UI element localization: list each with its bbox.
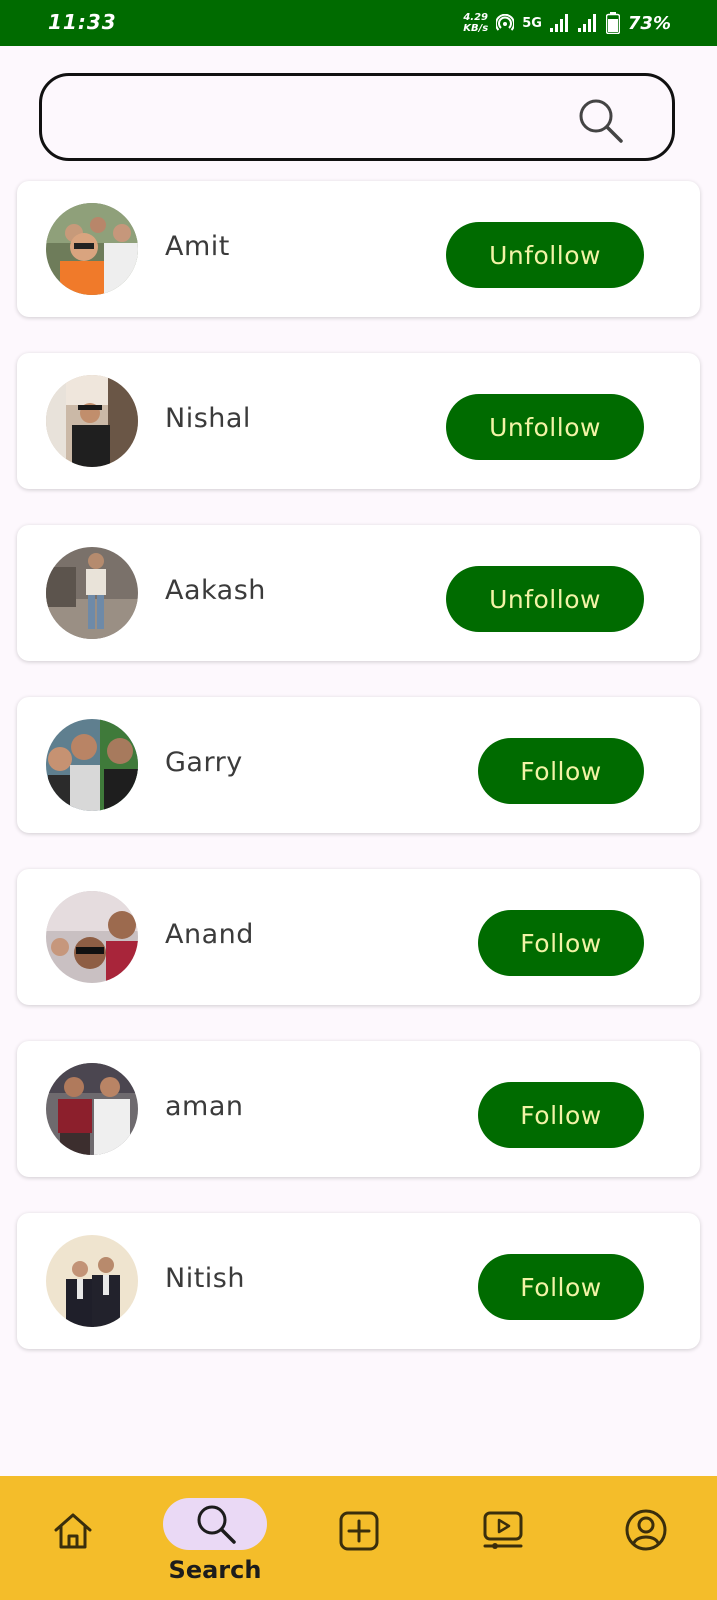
network-speed: 4.29 KB/s (463, 12, 488, 34)
avatar[interactable] (46, 719, 138, 811)
user-name[interactable]: Nitish (165, 1263, 245, 1294)
avatar[interactable] (46, 891, 138, 983)
user-name[interactable]: Aakash (165, 575, 266, 606)
avatar[interactable] (46, 203, 138, 295)
battery-percentage: 73% (627, 12, 671, 34)
video-icon (482, 1510, 524, 1556)
nav-item-profile[interactable] (606, 1476, 686, 1600)
user-card[interactable]: Nishal Unfollow (17, 353, 700, 489)
nav-item-add[interactable] (318, 1476, 398, 1600)
user-card[interactable]: aman Follow (17, 1041, 700, 1177)
follow-button[interactable]: Follow (478, 1082, 644, 1148)
unfollow-button[interactable]: Unfollow (446, 566, 644, 632)
avatar[interactable] (46, 547, 138, 639)
nav-label-search: Search (168, 1556, 262, 1584)
search-bar (39, 73, 675, 161)
hotspot-icon (496, 14, 515, 32)
search-input[interactable] (62, 94, 566, 142)
user-name[interactable]: Garry (165, 747, 243, 778)
network-type: 5G (522, 15, 542, 31)
user-card[interactable]: Amit Unfollow (17, 181, 700, 317)
add-post-icon (338, 1510, 380, 1556)
user-name[interactable]: Amit (165, 231, 230, 262)
user-card[interactable]: Nitish Follow (17, 1213, 700, 1349)
user-name[interactable]: Nishal (165, 403, 251, 434)
user-name[interactable]: aman (165, 1091, 244, 1122)
status-icons: 4.29 KB/s 5G 73% (463, 8, 671, 38)
follow-button[interactable]: Follow (478, 910, 644, 976)
status-bar: 11:33 4.29 KB/s 5G 73% (0, 0, 717, 46)
follow-button[interactable]: Follow (478, 1254, 644, 1320)
avatar[interactable] (46, 1063, 138, 1155)
profile-icon (624, 1508, 668, 1556)
user-card[interactable]: Garry Follow (17, 697, 700, 833)
avatar[interactable] (46, 375, 138, 467)
status-time: 11:33 (48, 10, 117, 34)
search-icon (194, 1502, 238, 1550)
nav-item-home[interactable] (32, 1476, 112, 1600)
battery-icon (605, 12, 620, 34)
unfollow-button[interactable]: Unfollow (446, 394, 644, 460)
user-card[interactable]: Aakash Unfollow (17, 525, 700, 661)
nav-item-videos[interactable] (462, 1476, 542, 1600)
bottom-nav: Search (0, 1476, 717, 1600)
signal-icon (549, 14, 570, 32)
avatar[interactable] (46, 1235, 138, 1327)
search-icon[interactable] (576, 96, 624, 144)
home-icon (52, 1510, 94, 1556)
follow-button[interactable]: Follow (478, 738, 644, 804)
nav-item-search[interactable]: Search (160, 1476, 270, 1600)
unfollow-button[interactable]: Unfollow (446, 222, 644, 288)
signal-icon-2 (577, 14, 598, 32)
user-name[interactable]: Anand (165, 919, 254, 950)
network-speed-unit: KB/s (463, 23, 489, 34)
user-card[interactable]: Anand Follow (17, 869, 700, 1005)
network-speed-value: 4.29 (463, 12, 489, 23)
